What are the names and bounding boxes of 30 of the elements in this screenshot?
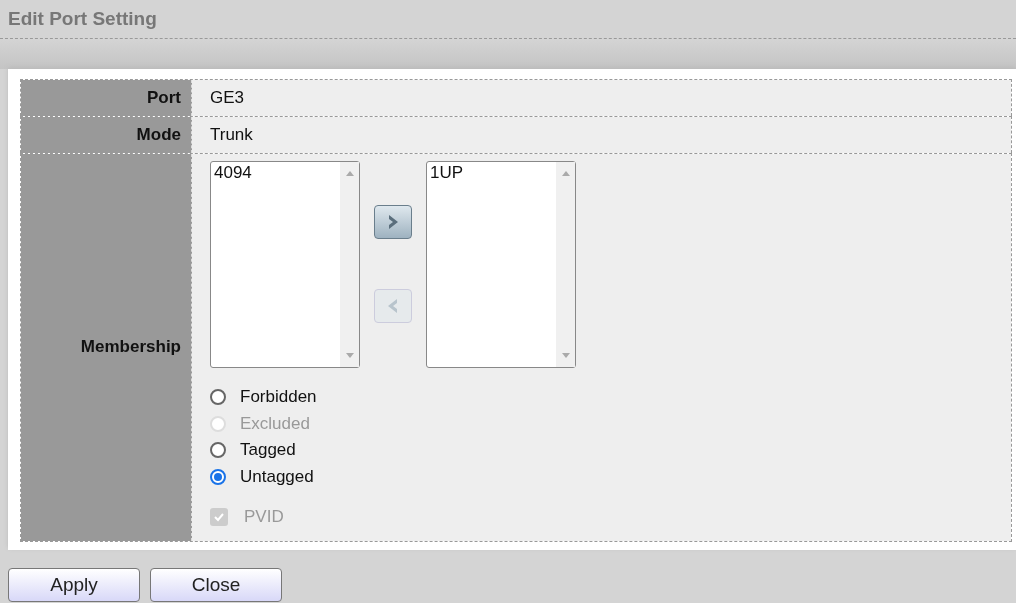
apply-button[interactable]: Apply — [8, 567, 140, 602]
list-item[interactable]: 1UP — [430, 163, 464, 183]
field-value: Trunk — [210, 125, 253, 144]
chevron-left-icon — [386, 298, 400, 314]
list-item[interactable]: 4094 — [214, 163, 252, 183]
list-box[interactable]: 4094 — [210, 161, 360, 368]
radio-label: Untagged — [240, 466, 314, 487]
scrollbar[interactable] — [340, 162, 359, 367]
page-title: Edit Port Setting — [8, 8, 157, 30]
radio-button[interactable] — [210, 389, 226, 406]
scrollbar[interactable] — [556, 162, 575, 367]
checkmark-icon — [213, 511, 225, 524]
field-label: Mode — [21, 117, 192, 153]
list-box[interactable]: 1UP — [426, 161, 576, 368]
close-button[interactable]: Close — [150, 567, 282, 602]
scroll-up-icon[interactable] — [345, 170, 354, 176]
field-label: Membership — [21, 154, 192, 541]
scroll-down-icon[interactable] — [345, 353, 354, 359]
checkbox-label: PVID — [244, 507, 284, 528]
radio-label: Excluded — [240, 413, 310, 434]
move-right-button[interactable] — [374, 205, 412, 239]
field-label: Port — [21, 80, 192, 116]
radio-button[interactable] — [210, 442, 226, 459]
field-value: GE3 — [210, 88, 245, 107]
scroll-down-icon[interactable] — [561, 353, 570, 359]
chevron-right-icon — [386, 214, 400, 230]
radio-button[interactable] — [210, 468, 226, 485]
radio-label: Forbidden — [240, 387, 317, 408]
radio-label: Tagged — [240, 440, 296, 461]
scroll-up-icon[interactable] — [561, 170, 570, 176]
